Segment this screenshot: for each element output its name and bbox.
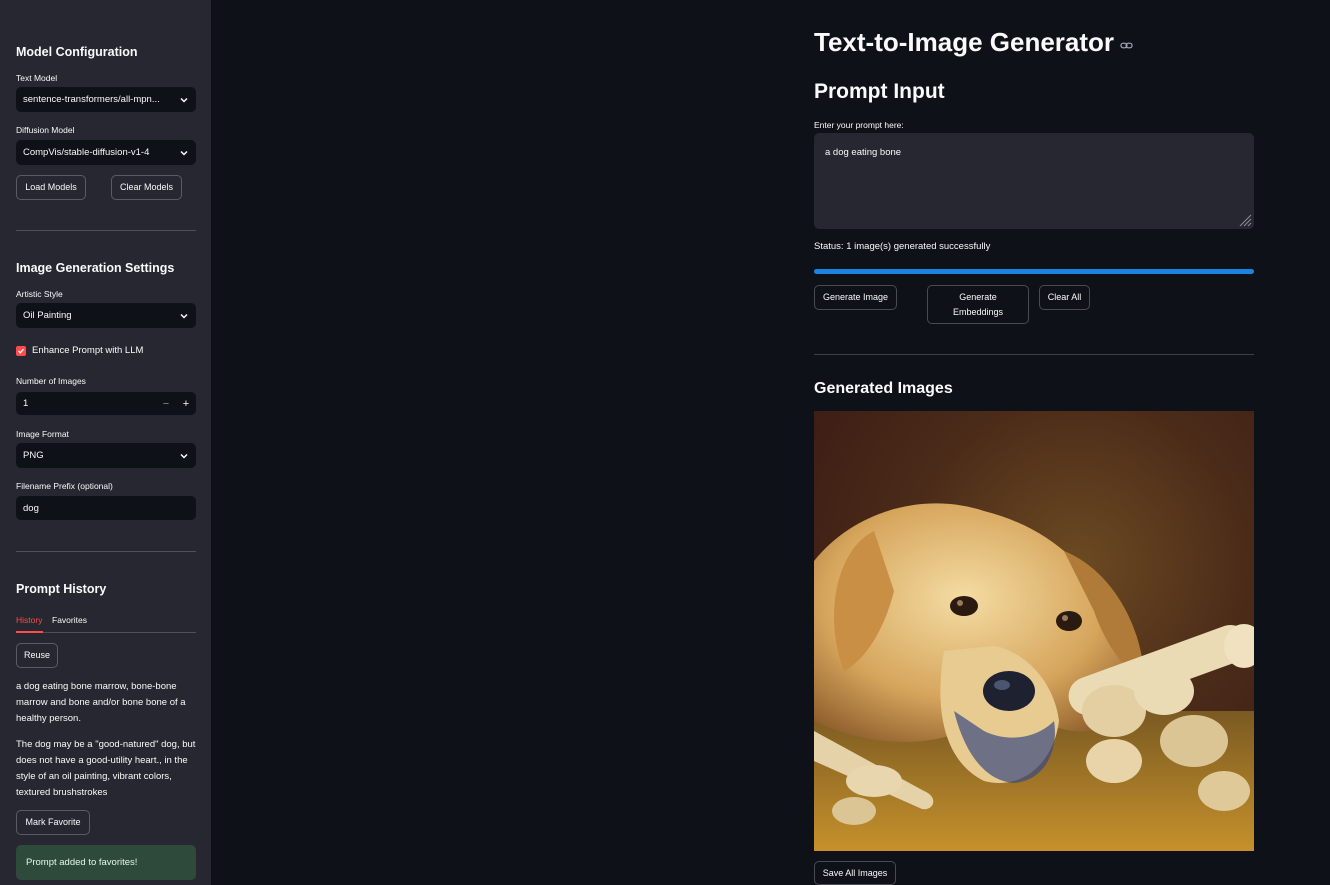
prompt-input-heading: Prompt Input	[814, 80, 945, 103]
num-images-input[interactable]: 1 − +	[16, 392, 196, 415]
prompt-label: Enter your prompt here:	[814, 120, 904, 130]
dog-painting-image	[814, 411, 1254, 851]
divider	[16, 551, 196, 552]
sidebar: Model Configuration Text Model sentence-…	[0, 0, 211, 885]
history-prompt-text-2: The dog may be a "good-natured" dog, but…	[16, 739, 196, 798]
link-icon[interactable]	[1120, 39, 1133, 52]
generated-image	[814, 411, 1254, 851]
generate-embeddings-button[interactable]: Generate Embeddings	[927, 285, 1029, 324]
checkbox-checked-icon	[16, 345, 26, 356]
progress-bar-fill	[814, 269, 1254, 274]
text-model-value: sentence-transformers/all-mpn...	[23, 94, 160, 105]
progress-bar	[814, 269, 1254, 274]
clear-models-button[interactable]: Clear Models	[111, 175, 182, 200]
style-label: Artistic Style	[16, 289, 63, 299]
format-label: Image Format	[16, 429, 69, 439]
tab-history[interactable]: History	[16, 615, 42, 625]
history-prompt-text-1: a dog eating bone marrow, bone-bone marr…	[16, 681, 186, 724]
text-model-select[interactable]: sentence-transformers/all-mpn...	[16, 87, 196, 112]
active-tab-indicator	[16, 631, 43, 633]
format-value: PNG	[23, 450, 44, 461]
generate-embeddings-line2: Embeddings	[952, 306, 1004, 317]
save-all-images-button[interactable]: Save All Images	[814, 861, 896, 885]
page-title-text: Text-to-Image Generator	[814, 27, 1115, 57]
tab-favorites[interactable]: Favorites	[52, 615, 87, 625]
divider	[814, 354, 1254, 355]
diffusion-model-value: CompVis/stable-diffusion-v1-4	[23, 147, 150, 158]
increment-button[interactable]: +	[176, 398, 196, 410]
page-title: Text-to-Image Generator	[814, 27, 1133, 58]
model-config-heading: Model Configuration	[16, 45, 138, 59]
resize-handle-icon[interactable]	[1236, 211, 1252, 227]
clear-all-button[interactable]: Clear All	[1039, 285, 1090, 310]
prefix-label: Filename Prefix (optional)	[16, 481, 113, 491]
mark-favorite-button[interactable]: Mark Favorite	[16, 810, 90, 835]
chevron-down-icon	[180, 97, 188, 103]
chevron-down-icon	[180, 453, 188, 459]
divider	[16, 230, 196, 231]
load-models-button[interactable]: Load Models	[16, 175, 86, 200]
format-select[interactable]: PNG	[16, 443, 196, 468]
generation-settings-heading: Image Generation Settings	[16, 261, 175, 275]
success-alert: Prompt added to favorites!	[16, 845, 196, 880]
status-text: Status: 1 image(s) generated successfull…	[814, 241, 991, 252]
num-images-value: 1	[23, 398, 29, 409]
enhance-prompt-checkbox[interactable]: Enhance Prompt with LLM	[16, 345, 143, 356]
history-tabs: History Favorites	[16, 614, 196, 633]
style-value: Oil Painting	[23, 310, 72, 321]
chevron-down-icon	[180, 150, 188, 156]
decrement-button[interactable]: −	[156, 398, 176, 410]
text-model-label: Text Model	[16, 73, 58, 83]
enhance-prompt-label: Enhance Prompt with LLM	[32, 345, 144, 356]
num-images-label: Number of Images	[16, 376, 86, 386]
style-select[interactable]: Oil Painting	[16, 303, 196, 328]
prompt-textarea[interactable]: a dog eating bone	[814, 133, 1254, 229]
generate-embeddings-line1: Generate	[959, 292, 997, 303]
filename-prefix-input[interactable]: dog	[16, 496, 196, 520]
generated-images-heading: Generated Images	[814, 380, 953, 397]
diffusion-model-select[interactable]: CompVis/stable-diffusion-v1-4	[16, 140, 196, 165]
diffusion-model-label: Diffusion Model	[16, 125, 75, 135]
generate-image-button[interactable]: Generate Image	[814, 285, 897, 310]
chevron-down-icon	[180, 313, 188, 319]
prompt-history-heading: Prompt History	[16, 582, 107, 596]
prompt-text: a dog eating bone	[825, 147, 902, 158]
reuse-button[interactable]: Reuse	[16, 643, 58, 668]
